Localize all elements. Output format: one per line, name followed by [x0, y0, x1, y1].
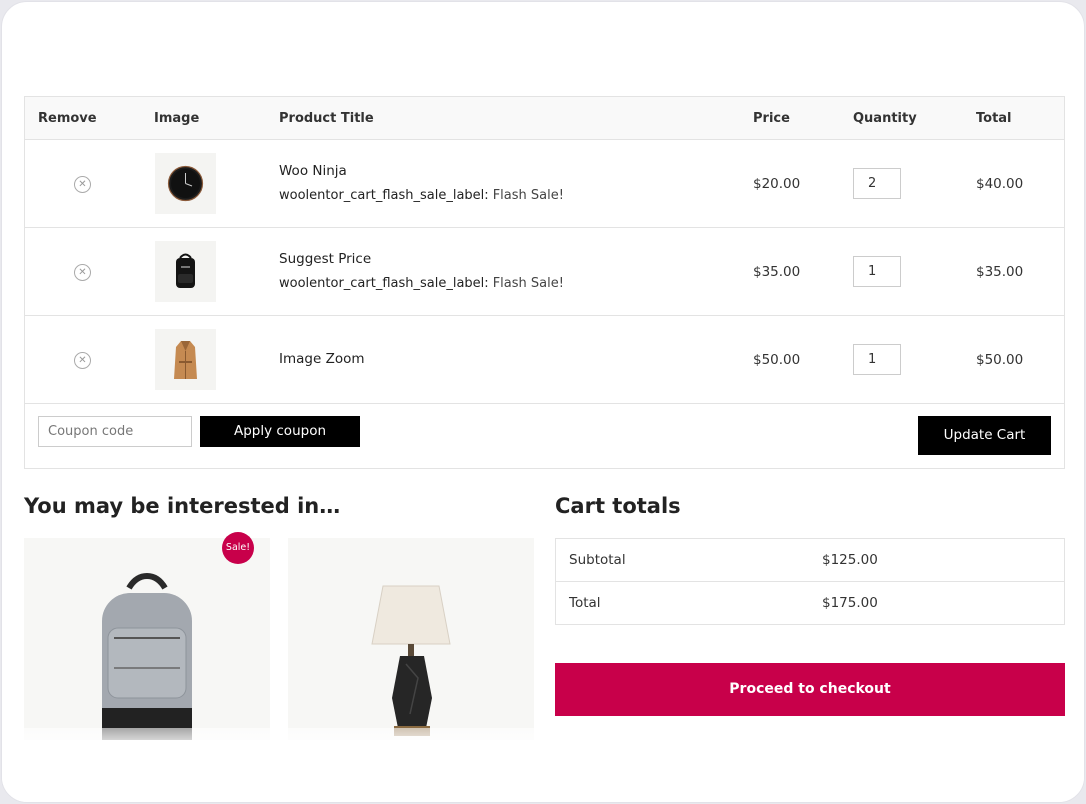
- remove-item-icon[interactable]: ✕: [74, 176, 91, 193]
- cart-totals-table: Subtotal $125.00 Total $175.00: [555, 538, 1065, 625]
- cart-page: Remove Image Product Title Price Quantit…: [1, 1, 1085, 803]
- product-price: $50.00: [753, 352, 801, 368]
- apply-coupon-button[interactable]: Apply coupon: [200, 416, 360, 447]
- meta-key: woolentor_cart_flash_sale_label:: [279, 276, 489, 291]
- product-total: $40.00: [976, 176, 1024, 192]
- subtotal-value: $125.00: [822, 552, 878, 568]
- subtotal-row: Subtotal $125.00: [556, 539, 1064, 582]
- subtotal-label: Subtotal: [569, 552, 626, 568]
- product-card-lamp[interactable]: [288, 538, 534, 740]
- meta-key: woolentor_cart_flash_sale_label:: [279, 188, 489, 203]
- total-value: $175.00: [822, 595, 878, 611]
- header-total: Total: [976, 111, 1012, 126]
- sale-badge: Sale!: [222, 532, 254, 564]
- header-image: Image: [154, 111, 200, 126]
- product-title-block: Image Zoom: [279, 351, 365, 367]
- header-remove: Remove: [38, 111, 97, 126]
- total-label: Total: [569, 595, 601, 611]
- product-meta: woolentor_cart_flash_sale_label: Flash Sa…: [279, 188, 564, 203]
- product-title-block: Woo Ninja woolentor_cart_flash_sale_labe…: [279, 163, 564, 203]
- quantity-input[interactable]: 2: [853, 168, 901, 199]
- quantity-input[interactable]: 1: [853, 344, 901, 375]
- cart-table-header: Remove Image Product Title Price Quantit…: [25, 97, 1064, 140]
- meta-value: Flash Sale!: [492, 276, 564, 291]
- product-card-backpack[interactable]: [24, 538, 270, 740]
- proceed-to-checkout-button[interactable]: Proceed to checkout: [555, 663, 1065, 716]
- product-price: $20.00: [753, 176, 801, 192]
- product-title[interactable]: Woo Ninja: [279, 163, 564, 179]
- interested-heading: You may be interested in…: [24, 494, 341, 518]
- cart-table: Remove Image Product Title Price Quantit…: [24, 96, 1065, 469]
- header-quantity: Quantity: [853, 111, 917, 126]
- product-total: $35.00: [976, 264, 1024, 280]
- table-row: ✕ Image Zoom $50.00 1 $50.00: [25, 316, 1064, 404]
- table-row: ✕ Suggest Price woolentor_cart_flash_sal…: [25, 228, 1064, 316]
- clock-icon[interactable]: [155, 153, 216, 214]
- product-total: $50.00: [976, 352, 1024, 368]
- meta-value: Flash Sale!: [492, 188, 564, 203]
- remove-item-icon[interactable]: ✕: [74, 264, 91, 281]
- cart-totals-heading: Cart totals: [555, 494, 681, 518]
- remove-item-icon[interactable]: ✕: [74, 352, 91, 369]
- table-row: ✕ Woo Ninja woolentor_cart_flash_sale_la…: [25, 140, 1064, 228]
- product-title[interactable]: Suggest Price: [279, 251, 564, 267]
- coat-icon[interactable]: [155, 329, 216, 390]
- quantity-input[interactable]: 1: [853, 256, 901, 287]
- backpack-icon[interactable]: [155, 241, 216, 302]
- header-price: Price: [753, 111, 790, 126]
- header-product-title: Product Title: [279, 111, 374, 126]
- update-cart-button[interactable]: Update Cart: [918, 416, 1051, 455]
- product-meta: woolentor_cart_flash_sale_label: Flash Sa…: [279, 276, 564, 291]
- product-title-block: Suggest Price woolentor_cart_flash_sale_…: [279, 251, 564, 291]
- product-title[interactable]: Image Zoom: [279, 351, 365, 367]
- total-row: Total $175.00: [556, 582, 1064, 625]
- coupon-code-input[interactable]: Coupon code: [38, 416, 192, 447]
- product-price: $35.00: [753, 264, 801, 280]
- bottom-fade: [2, 728, 1084, 802]
